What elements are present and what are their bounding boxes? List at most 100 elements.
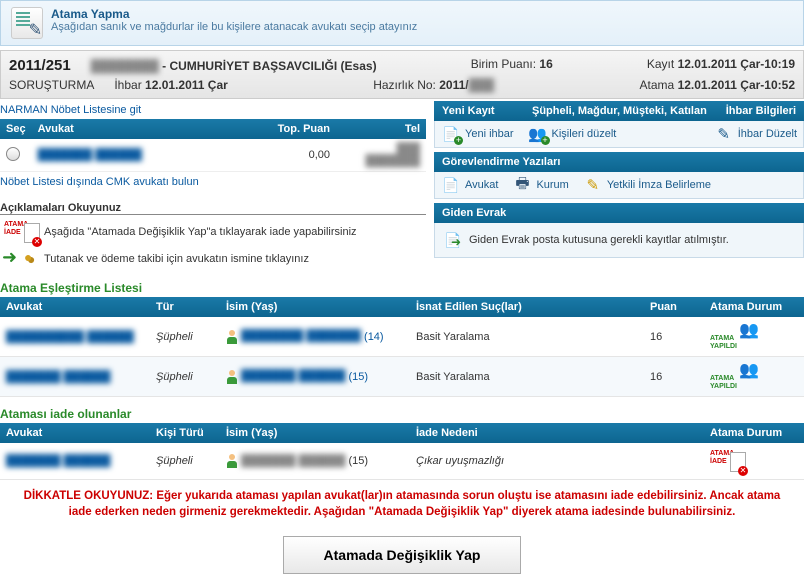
court-name-blur: ████████	[91, 59, 159, 73]
cmk-avukat-bulun-link[interactable]: Nöbet Listesi dışında CMK avukatı bulun	[0, 176, 199, 188]
notes-title: Açıklamaları Okuyunuz	[0, 202, 426, 214]
new-doc-icon	[441, 125, 461, 143]
giden-evrak-header: Giden Evrak	[442, 207, 506, 219]
eslestirme-row: ██████████ ██████ Şüpheli ████████ ███████…	[0, 317, 804, 357]
eslestirme-row: ███████ ██████ Şüpheli ███████ ██████ (15)…	[0, 357, 804, 397]
th-isim: İsim (Yaş)	[220, 297, 410, 317]
row-suc: Basit Yaralama	[410, 357, 644, 397]
nobet-listesi-link[interactable]: NARMAN Nöbet Listesine git	[0, 104, 141, 116]
note-1-text: Aşağıda "Atamada Değişiklik Yap"a tıklay…	[44, 226, 357, 238]
ihbar-value: 12.01.2011 Çar	[145, 78, 228, 92]
person-icon	[226, 330, 238, 344]
supheli-header: Şüpheli, Mağdur, Müşteki, Katılan	[532, 105, 726, 117]
row-neden: Çıkar uyuşmazlığı	[410, 443, 704, 480]
person-icon	[226, 370, 238, 384]
row-avukat-link[interactable]: ██████████ ██████	[6, 331, 134, 343]
th-neden: İade Nedeni	[410, 423, 704, 443]
atama-iade-icon: ✕	[4, 219, 40, 245]
pen-icon	[583, 176, 603, 194]
yeni-kayit-header: Yeni Kayıt	[442, 105, 532, 117]
atama-iade-badge: ✕	[710, 448, 746, 474]
th-tel: Tel	[336, 119, 426, 139]
atamada-degisiklik-yap-button[interactable]: Atamada Değişiklik Yap	[283, 536, 522, 574]
th-avukat: Avukat	[0, 423, 150, 443]
yetkili-imza-action[interactable]: Yetkili İmza Belirleme	[583, 176, 711, 194]
edit-icon	[714, 125, 734, 143]
iade-table: Avukat Kişi Türü İsim (Yaş) İade Nedeni …	[0, 423, 804, 480]
row-yas[interactable]: (15)	[348, 370, 368, 382]
avukat-puan: 0,00	[256, 139, 336, 172]
iade-title: Ataması iade olunanlar	[0, 407, 804, 421]
th-puan: Puan	[644, 297, 704, 317]
sorusturma-label: SORUŞTURMA	[9, 78, 94, 92]
ihbar-bilgileri-header: İhbar Bilgileri	[726, 105, 796, 117]
doc-arrow-icon: ➜	[443, 231, 463, 249]
coins-icon	[22, 249, 42, 269]
eslestirme-table: Avukat Tür İsim (Yaş) İsnat Edilen Suç(l…	[0, 297, 804, 397]
panel-header-giden-evrak: Giden Evrak	[434, 203, 804, 223]
case-number: 2011/251	[9, 57, 71, 74]
row-puan: 16	[644, 357, 704, 397]
row-isim-link[interactable]: ████████ ███████	[241, 330, 361, 342]
row-avukat-link[interactable]: ███████ ██████	[6, 371, 110, 383]
atama-yapildi-badge	[710, 375, 739, 391]
court-name: - CUMHURİYET BAŞSAVCILIĞI (Esas)	[162, 59, 376, 73]
row-yas[interactable]: (14)	[364, 330, 384, 342]
birim-puan-label: Birim Puanı:	[471, 57, 536, 71]
case-info-bar: 2011/251 ████████ - CUMHURİYET BAŞSAVCIL…	[0, 50, 804, 99]
people-edit-icon	[528, 125, 548, 143]
birim-puan-value: 16	[539, 57, 552, 71]
printer-icon	[512, 176, 532, 194]
row-tur: Şüpheli	[150, 317, 220, 357]
iade-row: ███████ ██████Şüpheli███████ ██████ (15)…	[0, 443, 804, 480]
note-row-2: Tutanak ve ödeme takibi için avukatın is…	[0, 247, 426, 271]
row-isim-link[interactable]: ███████ ██████	[241, 370, 345, 382]
avukat-tel: ███ ███████	[365, 143, 420, 167]
gorevlendirme-header: Görevlendirme Yazıları	[442, 156, 560, 168]
hazirlik-blur: ███	[469, 78, 495, 92]
th-puan: Top. Puan	[256, 119, 336, 139]
gorev-avukat-action[interactable]: Avukat	[441, 176, 498, 194]
warning-text: DİKKATLE OKUYUNUZ: Eğer yukarıda ataması…	[0, 480, 804, 528]
th-isim: İsim (Yaş)	[220, 423, 410, 443]
ihbar-label: İhbar	[114, 78, 141, 92]
select-radio[interactable]	[6, 147, 20, 161]
kisileri-duzelt-action[interactable]: Kişileri düzelt	[528, 125, 617, 143]
th-durum: Atama Durum	[704, 423, 804, 443]
giden-evrak-text: Giden Evrak posta kutusuna gerekli kayıt…	[469, 234, 729, 246]
page-header: Atama Yapma Aşağıdan sanık ve mağdurlar …	[0, 0, 804, 46]
th-durum: Atama Durum	[704, 297, 804, 317]
atama-value: 12.01.2011 Çar-10:52	[678, 78, 795, 92]
atama-label: Atama	[640, 78, 675, 92]
hazirlik-value: 2011/	[439, 78, 468, 92]
th-tur: Tür	[150, 297, 220, 317]
row-tur: Şüpheli	[150, 443, 220, 480]
kayit-value: 12.01.2011 Çar-10:19	[678, 57, 795, 71]
people-check-icon	[739, 322, 761, 340]
th-tur: Kişi Türü	[150, 423, 220, 443]
th-avukat: Avukat	[32, 119, 256, 139]
people-check-icon	[739, 362, 761, 380]
note-row-1: ✕ Aşağıda "Atamada Değişiklik Yap"a tıkl…	[0, 217, 426, 247]
giden-evrak-body: ➜ Giden Evrak posta kutusuna gerekli kay…	[434, 223, 804, 258]
form-icon	[11, 7, 43, 39]
yeni-ihbar-action[interactable]: Yeni ihbar	[441, 125, 514, 143]
th-sec: Seç	[0, 119, 32, 139]
gorev-kurum-action[interactable]: Kurum	[512, 176, 568, 194]
row-isim: ███████ ██████	[241, 455, 345, 467]
avukat-name-link[interactable]: ███████ ██████	[38, 149, 142, 161]
row-avukat-link[interactable]: ███████ ██████	[6, 455, 110, 467]
page-subtitle: Aşağıdan sanık ve mağdurlar ile bu kişil…	[51, 21, 417, 33]
th-suc: İsnat Edilen Suç(lar)	[410, 297, 644, 317]
avukat-row: ███████ ██████ 0,00 ███ ███████	[0, 139, 426, 172]
row-suc: Basit Yaralama	[410, 317, 644, 357]
avukat-table: Seç Avukat Top. Puan Tel ███████ ██████ …	[0, 119, 426, 172]
ihbar-duzelt-action[interactable]: İhbar Düzelt	[714, 125, 797, 143]
kayit-label: Kayıt	[647, 57, 674, 71]
person-icon	[226, 454, 238, 468]
doc-icon	[441, 176, 461, 194]
atama-yapildi-badge	[710, 335, 739, 351]
hazirlik-label: Hazırlık No:	[373, 78, 436, 92]
panel-header-gorevlendirme: Görevlendirme Yazıları	[434, 152, 804, 172]
row-tur: Şüpheli	[150, 357, 220, 397]
